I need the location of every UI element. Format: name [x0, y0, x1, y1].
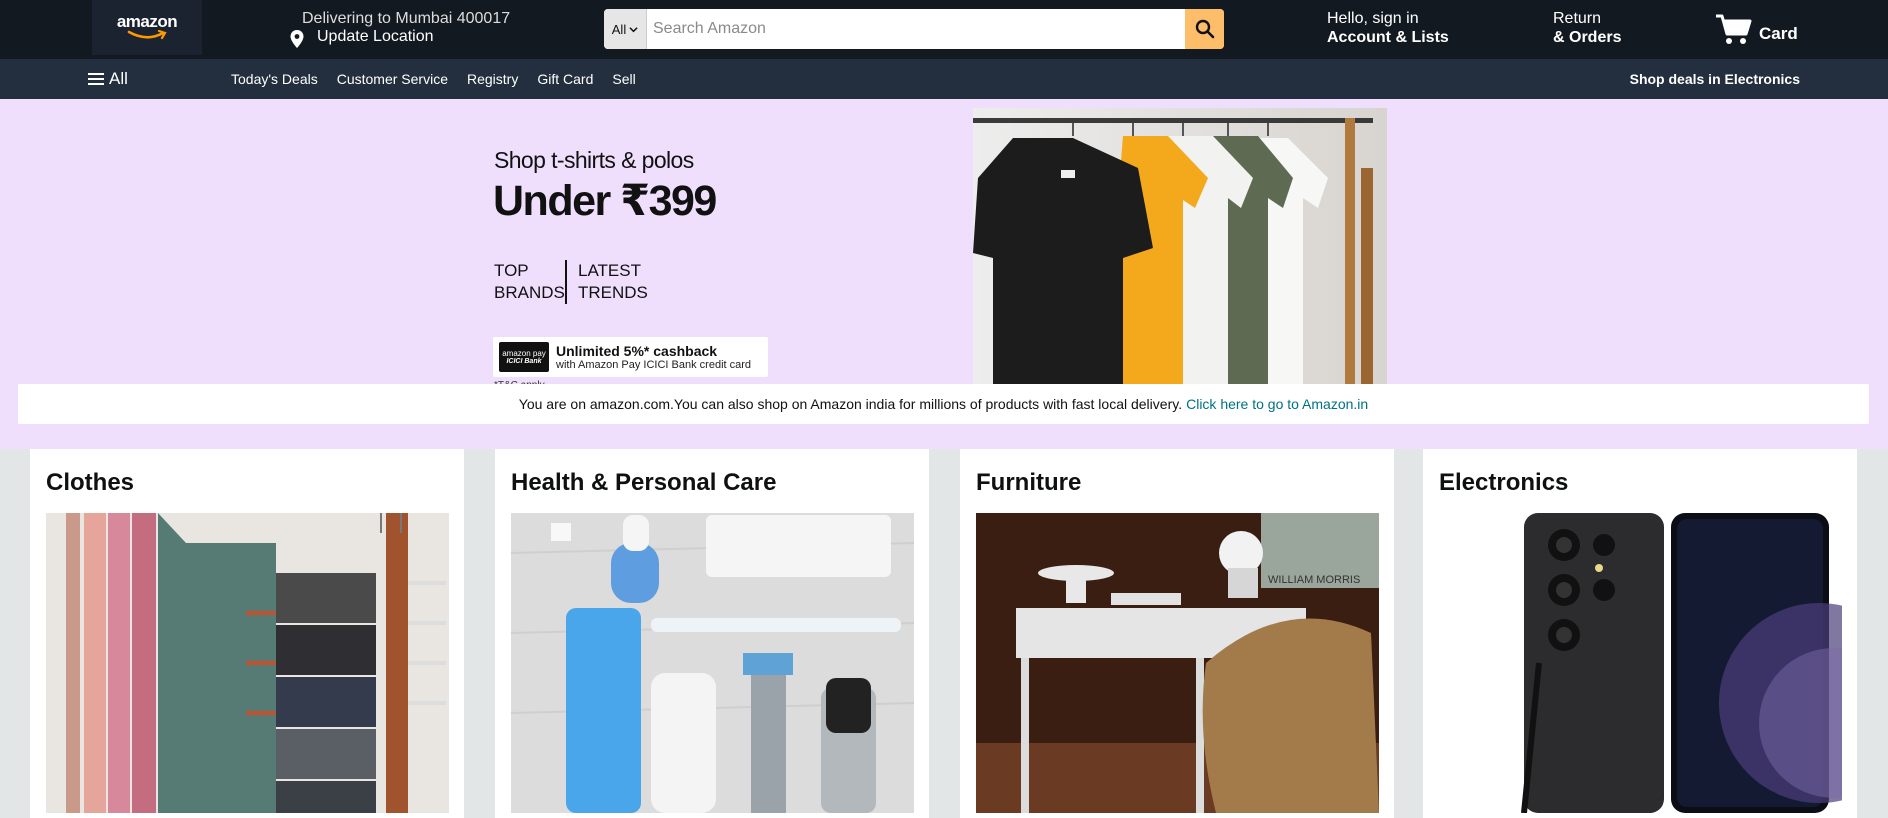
category-card-clothes[interactable]: Clothes [30, 449, 464, 818]
search-category-value: All [611, 21, 627, 37]
location-pin-icon [290, 30, 304, 48]
all-menu-label: All [109, 69, 128, 88]
search-bar: All [604, 9, 1224, 49]
orders-label: & Orders [1553, 29, 1622, 46]
hero-tag-line: TRENDS [578, 283, 648, 302]
hero-tag-line: TOP [494, 261, 529, 280]
card-title: Health & Personal Care [511, 469, 777, 496]
furniture-image: WILLIAM MORRIS [976, 513, 1379, 813]
subnav-link-registry[interactable]: Registry [467, 71, 518, 87]
account-menu[interactable]: Hello, sign in Account & Lists [1327, 10, 1449, 47]
electronics-phone-image [1439, 513, 1842, 813]
chevron-down-icon [629, 26, 638, 32]
hamburger-menu-icon [88, 73, 104, 85]
returns-orders[interactable]: Return & Orders [1553, 10, 1621, 47]
sign-in-greeting: Hello, sign in [1327, 10, 1419, 27]
account-lists-label: Account & Lists [1327, 29, 1449, 46]
hero-tag-latest-trends: LATEST TRENDS [567, 260, 693, 304]
icici-logo-text: ICICI Bank [506, 358, 542, 365]
all-menu-button[interactable]: All [88, 69, 128, 89]
logo-smile-icon [127, 29, 167, 39]
sub-navbar: All Today's Deals Customer Service Regis… [0, 59, 1888, 99]
cart-label: Card [1759, 24, 1798, 43]
subnav-link-sell[interactable]: Sell [612, 71, 635, 87]
cashback-title: Unlimited 5%* cashback [556, 343, 718, 359]
cashback-subtitle: with Amazon Pay ICICI Bank credit card [556, 359, 752, 371]
amazon-india-notice: You are on amazon.com.You can also shop … [18, 384, 1869, 424]
amazon-in-link[interactable]: Click here to go to Amazon.in [1186, 396, 1368, 412]
card-title: Electronics [1439, 469, 1569, 496]
subnav-link-gift-card[interactable]: Gift Card [537, 71, 593, 87]
search-input[interactable] [647, 9, 1185, 49]
update-location-link: Update Location [317, 28, 434, 45]
subnav-links: Today's Deals Customer Service Registry … [231, 71, 636, 87]
hero-tags: TOP BRANDS LATEST TRENDS [494, 260, 693, 304]
poster-text: WILLIAM MORRIS [1268, 574, 1360, 586]
hero-tag-line: LATEST [578, 261, 641, 280]
cashback-offer: amazon pay ICICI Bank Unlimited 5%* cash… [493, 337, 768, 377]
amazon-pay-icici-logo: amazon pay ICICI Bank [499, 342, 549, 372]
subnav-link-todays-deals[interactable]: Today's Deals [231, 71, 318, 87]
amazon-logo[interactable]: amazon [92, 0, 202, 55]
delivery-text: Delivering to Mumbai 400017 [302, 10, 511, 27]
health-care-image [511, 513, 914, 813]
hero-price: Under ₹399 [493, 177, 717, 225]
hero-tag-line: BRANDS [494, 283, 565, 302]
notice-text: You are on amazon.com.You can also shop … [518, 396, 1183, 412]
search-category-select[interactable]: All [604, 9, 647, 49]
returns-label: Return [1553, 10, 1602, 27]
hero-tag-top-brands: TOP BRANDS [494, 260, 567, 304]
subnav-link-customer-service[interactable]: Customer Service [337, 71, 448, 87]
clothes-image [46, 513, 449, 813]
logo-text: amazon [116, 11, 178, 31]
search-button[interactable] [1185, 9, 1224, 49]
amazon-pay-logo-text: amazon pay [502, 349, 546, 358]
hero-subtitle: Shop t-shirts & polos [494, 147, 694, 173]
tshirts-hanging-image [973, 108, 1387, 398]
electronics-deals-link[interactable]: Shop deals in Electronics [1630, 71, 1800, 87]
category-card-electronics[interactable]: Electronics [1423, 449, 1857, 818]
category-card-health[interactable]: Health & Personal Care [495, 449, 929, 818]
top-navbar: amazon Delivering to Mumbai 400017 Updat… [0, 0, 1888, 59]
search-icon [1195, 19, 1214, 39]
cart-button[interactable]: Card [1715, 10, 1798, 46]
card-title: Clothes [46, 469, 135, 496]
card-title: Furniture [976, 469, 1082, 496]
category-card-furniture[interactable]: Furniture WILLIAM MORRIS [960, 449, 1394, 818]
cart-icon [1716, 14, 1752, 44]
